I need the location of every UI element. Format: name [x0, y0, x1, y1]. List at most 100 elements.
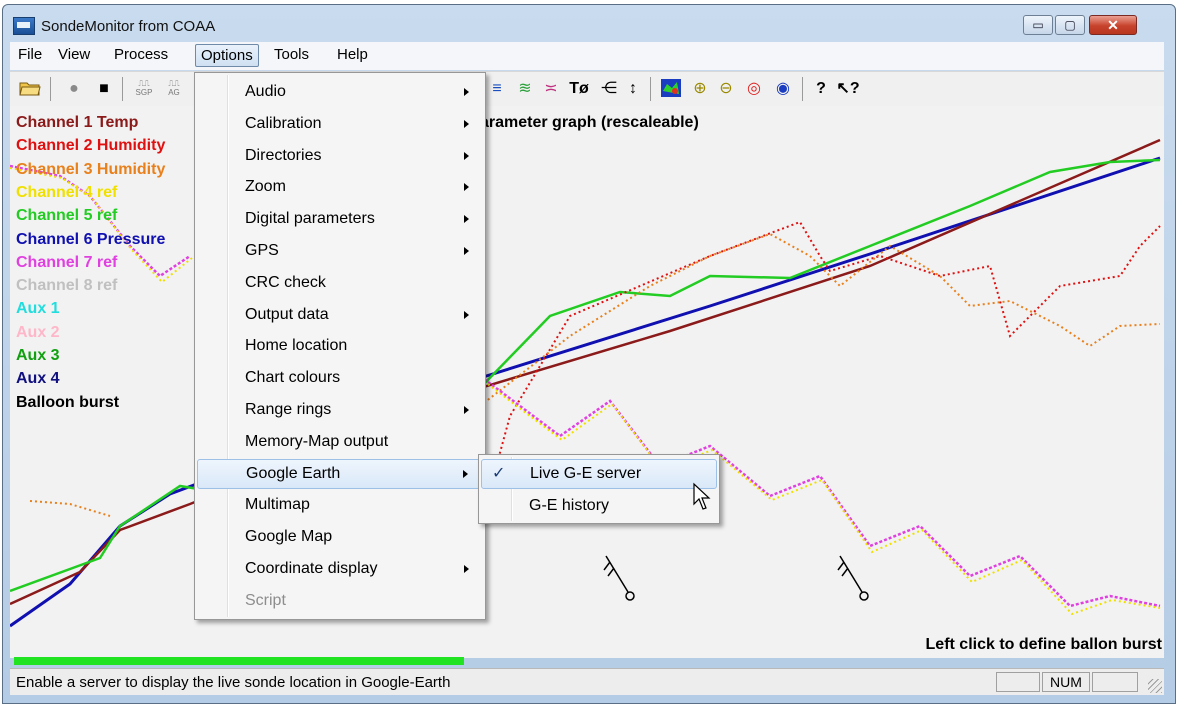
- trace-channel-3: [29, 500, 111, 517]
- wind-barb-icon: [837, 555, 869, 601]
- menu-item-label: Chart colours: [245, 369, 341, 387]
- trace-icon[interactable]: ≋: [514, 79, 536, 99]
- wind-barb-icon: [603, 555, 635, 601]
- temperature-dewpoint-button[interactable]: Tø: [566, 79, 592, 99]
- menu-item-label: Google Earth: [246, 464, 341, 482]
- open-folder-icon[interactable]: [18, 79, 42, 99]
- trace-channel-6: [10, 156, 1161, 628]
- status-num: NUM: [1042, 672, 1090, 692]
- map-icon[interactable]: [660, 79, 682, 99]
- parameter-graph[interactable]: Channel 1 Temp Channel 2 Humidity Channel …: [10, 106, 1164, 658]
- menu-item-directories[interactable]: Directories: [197, 141, 483, 171]
- zoom-in-icon[interactable]: ⊕: [690, 79, 710, 99]
- submenu-item-live-g-e-server[interactable]: ✓ Live G-E server: [481, 459, 717, 489]
- status-message: Enable a server to display the live sond…: [16, 674, 451, 691]
- menu-item-coordinate-display[interactable]: Coordinate display: [197, 554, 483, 584]
- menu-options[interactable]: Options: [195, 44, 259, 67]
- minimize-button[interactable]: ▭: [1023, 15, 1053, 35]
- stop-icon[interactable]: ■: [92, 79, 116, 99]
- toolbar-separator: [50, 77, 51, 101]
- checkmark-icon: ✓: [492, 465, 506, 482]
- menu-item-label: CRC check: [245, 273, 326, 291]
- wind-icon[interactable]: ⋲: [598, 79, 620, 99]
- legend-item: Channel 3 Humidity: [16, 160, 166, 178]
- legend-item: Balloon burst: [16, 393, 120, 411]
- zoom-out-icon[interactable]: ⊖: [716, 79, 736, 99]
- trace-channel-1: [10, 138, 1161, 606]
- menu-tools[interactable]: Tools: [274, 46, 309, 63]
- trace-plot: [10, 138, 1161, 628]
- menu-item-crc-check[interactable]: CRC check: [197, 268, 483, 298]
- compass-icon[interactable]: ◉: [772, 79, 794, 99]
- legend-item: Aux 3: [16, 347, 60, 364]
- menu-item-range-rings[interactable]: Range rings: [197, 395, 483, 425]
- toolbar-separator: [122, 77, 123, 101]
- menu-item-gps[interactable]: GPS: [197, 236, 483, 266]
- legend-item: Channel 8 ref: [16, 277, 118, 295]
- menu-item-script[interactable]: Script: [197, 586, 483, 616]
- menu-item-label: GPS: [245, 242, 279, 259]
- range-rings-icon[interactable]: ◎: [742, 79, 766, 99]
- submenu-arrow-icon: [464, 119, 469, 128]
- submenu-item-g-e-history[interactable]: G-E history: [481, 491, 717, 521]
- menu-item-label: Multimap: [245, 496, 310, 514]
- help-icon[interactable]: ?: [810, 79, 832, 99]
- trace-icon[interactable]: ≍: [540, 79, 562, 99]
- menu-item-google-map[interactable]: Google Map: [197, 522, 483, 552]
- trace-channel-3: [479, 232, 1161, 407]
- menu-item-multimap[interactable]: Multimap: [197, 490, 483, 520]
- legend-item: Aux 2: [16, 323, 60, 341]
- status-bar: Enable a server to display the live sond…: [10, 668, 1164, 695]
- progress-bar: [14, 657, 464, 665]
- record-icon[interactable]: ●: [62, 79, 86, 99]
- sgp-icon[interactable]: ⎍⎍ SGP: [132, 79, 156, 99]
- menu-item-calibration[interactable]: Calibration: [197, 109, 483, 139]
- legend-item: Aux 4: [16, 370, 60, 388]
- menu-item-memory-map-output[interactable]: Memory-Map output: [197, 427, 483, 457]
- menu-item-label: Directories: [245, 146, 322, 164]
- legend-item: Channel 6 Pressure: [16, 230, 166, 248]
- menu-item-label: Google Map: [245, 528, 333, 546]
- menu-item-home-location[interactable]: Home location: [197, 331, 483, 361]
- agc-icon[interactable]: ⎍⎍ AG: [162, 79, 186, 99]
- menu-item-chart-colours[interactable]: Chart colours: [197, 363, 483, 393]
- mouse-cursor-icon: [693, 482, 711, 510]
- menu-item-digital-parameters[interactable]: Digital parameters: [197, 204, 483, 234]
- submenu-arrow-icon: [464, 183, 469, 192]
- close-button[interactable]: ✕: [1089, 15, 1137, 35]
- status-panel: [996, 672, 1040, 692]
- menu-item-label: Coordinate display: [245, 560, 378, 577]
- menu-item-google-earth[interactable]: Google Earth: [197, 458, 483, 489]
- context-help-icon[interactable]: ↖?: [836, 79, 860, 99]
- submenu-arrow-icon: [464, 247, 469, 255]
- app-icon: [13, 17, 35, 35]
- google-earth-submenu: ✓ Live G-E server G-E history: [478, 454, 720, 524]
- vertical-scale-icon[interactable]: ↕: [624, 79, 642, 99]
- menu-item-zoom[interactable]: Zoom: [197, 172, 483, 202]
- menu-view[interactable]: View: [58, 46, 90, 63]
- trace-icon[interactable]: ≡: [486, 79, 508, 99]
- menu-process[interactable]: Process: [114, 46, 168, 63]
- menu-item-label: Memory-Map output: [245, 432, 389, 450]
- burst-hint: Left click to define ballon burst: [925, 636, 1162, 653]
- menu-item-label: Home location: [245, 337, 348, 355]
- status-panel: [1092, 672, 1138, 692]
- legend-item: Aux 1: [16, 300, 60, 318]
- trace-channel-5: [10, 158, 1161, 593]
- menu-item-audio[interactable]: Audio: [197, 77, 483, 107]
- menu-item-output-data[interactable]: Output data: [197, 300, 483, 330]
- legend-item: Channel 7 ref: [16, 253, 118, 271]
- menu-item-label: Zoom: [245, 178, 286, 196]
- resize-grip[interactable]: [1148, 679, 1162, 693]
- title-bar[interactable]: SondeMonitor from COAA ▭ ▢ ✕: [3, 5, 1175, 45]
- submenu-arrow-icon: [463, 469, 468, 478]
- submenu-item-label: Live G-E server: [530, 465, 642, 482]
- menu-item-label: Range rings: [245, 401, 332, 418]
- menu-item-label: Audio: [245, 83, 286, 100]
- menu-item-label: Digital parameters: [245, 210, 375, 228]
- maximize-button[interactable]: ▢: [1055, 15, 1085, 35]
- legend-item: Channel 2 Humidity: [16, 137, 166, 155]
- menu-file[interactable]: File: [18, 46, 42, 63]
- menu-help[interactable]: Help: [337, 46, 368, 63]
- chart-title: arameter graph (rescaleable): [480, 114, 699, 131]
